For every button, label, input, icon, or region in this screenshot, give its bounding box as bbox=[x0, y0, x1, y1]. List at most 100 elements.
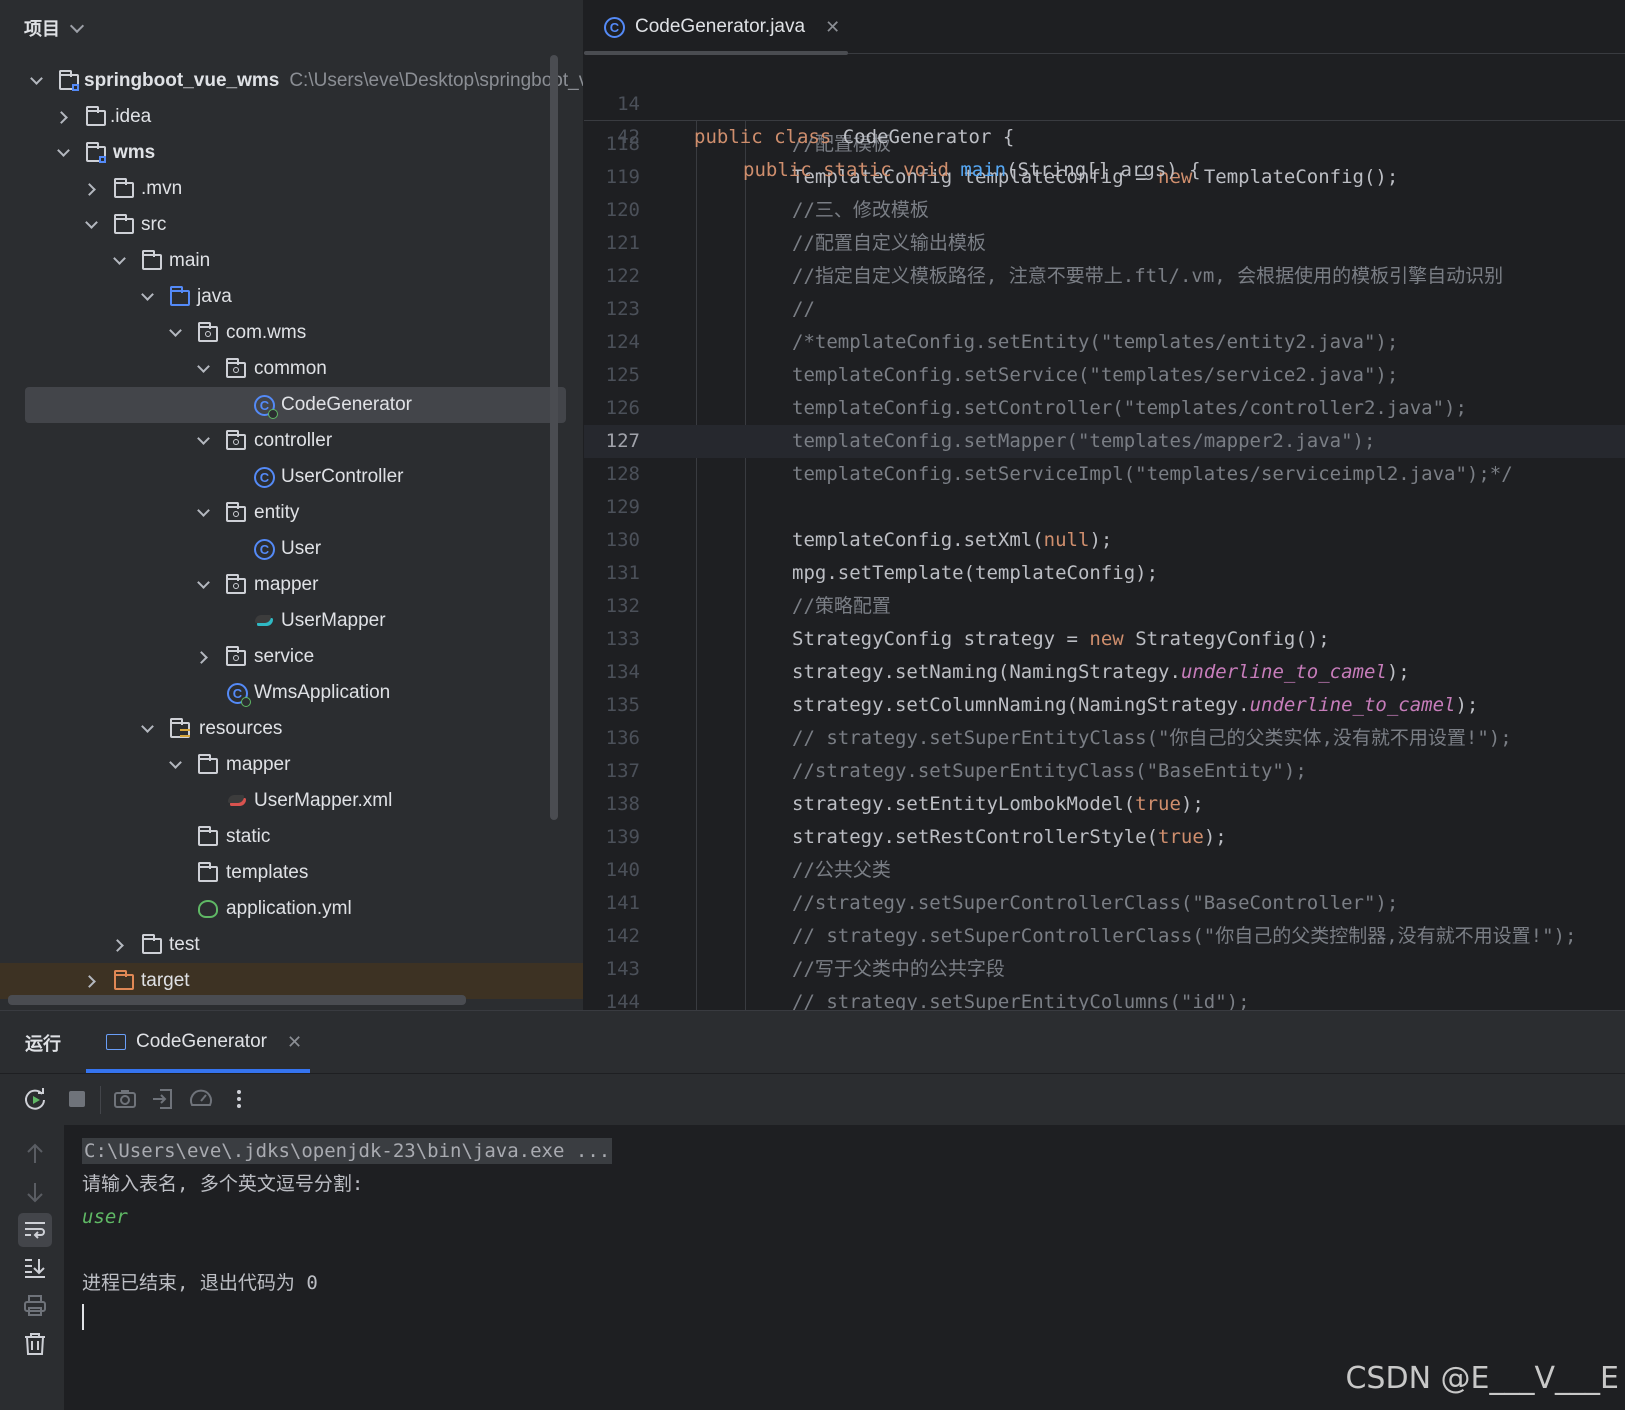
vertical-scrollbar[interactable] bbox=[550, 55, 558, 820]
code-line[interactable]: 126 templateConfig.setController("templat… bbox=[584, 392, 1625, 425]
tree-item-com-wms[interactable]: com.wms bbox=[0, 315, 583, 351]
code-line[interactable]: 125 templateConfig.setService("templates/… bbox=[584, 359, 1625, 392]
expand-arrow-icon[interactable] bbox=[141, 719, 154, 733]
print-icon[interactable] bbox=[22, 1293, 48, 1319]
code-line[interactable]: 121 //配置自定义输出模板 bbox=[584, 227, 1625, 260]
code-line[interactable]: 133 StrategyConfig strategy = new Strateg… bbox=[584, 623, 1625, 656]
tree-item-templates[interactable]: templates bbox=[0, 855, 583, 891]
tree-item-test[interactable]: test bbox=[0, 927, 583, 963]
close-icon[interactable]: ✕ bbox=[287, 1032, 302, 1053]
code-line[interactable]: 134 strategy.setNaming(NamingStrategy.und… bbox=[584, 656, 1625, 689]
soft-wrap-toggle[interactable] bbox=[18, 1213, 52, 1247]
code-line[interactable]: 141 //strategy.setSuperControllerClass("B… bbox=[584, 887, 1625, 920]
collapse-arrow-icon[interactable] bbox=[195, 650, 208, 664]
expand-arrow-icon[interactable] bbox=[141, 287, 154, 301]
rerun-icon[interactable] bbox=[22, 1086, 48, 1112]
code-line[interactable]: 130 templateConfig.setXml(null); bbox=[584, 524, 1625, 557]
arrow-down-icon[interactable] bbox=[22, 1179, 48, 1205]
collapse-arrow-icon[interactable] bbox=[55, 110, 68, 124]
project-view-selector[interactable]: 项目 bbox=[24, 14, 85, 42]
console-output[interactable]: C:\Users\eve\.jdks\openjdk-23\bin\java.e… bbox=[82, 1135, 613, 1333]
code-line[interactable]: 132 //策略配置 bbox=[584, 590, 1625, 623]
folder-icon bbox=[198, 826, 218, 846]
tree-item-mapper-folder[interactable]: mapper bbox=[0, 747, 583, 783]
tree-item-target[interactable]: target bbox=[0, 963, 583, 999]
code-line[interactable]: 122 //指定自定义模板路径, 注意不要带上.ftl/.vm, 会根据使用的模板… bbox=[584, 260, 1625, 293]
sticky-line[interactable]: 42 public static void main(String[] args… bbox=[584, 88, 1625, 181]
close-icon[interactable]: ✕ bbox=[825, 17, 840, 38]
tree-item-usermapper-xml[interactable]: UserMapper.xml bbox=[0, 783, 583, 819]
expand-arrow-icon[interactable] bbox=[113, 251, 126, 265]
code-editor: C CodeGenerator.java ✕ 14 public class C… bbox=[584, 0, 1625, 1010]
code-line[interactable]: 143 //写于父类中的公共字段 bbox=[584, 953, 1625, 986]
tree-item-codegenerator[interactable]: C CodeGenerator bbox=[25, 387, 566, 423]
collapse-arrow-icon[interactable] bbox=[111, 938, 124, 952]
tree-item-src[interactable]: src bbox=[0, 207, 583, 243]
code-content: // bbox=[792, 293, 815, 326]
code-line[interactable]: 137 //strategy.setSuperEntityClass("BaseE… bbox=[584, 755, 1625, 788]
scroll-to-end-icon[interactable] bbox=[22, 1255, 48, 1281]
code-line[interactable]: 139 strategy.setRestControllerStyle(true)… bbox=[584, 821, 1625, 854]
expand-arrow-icon[interactable] bbox=[169, 755, 182, 769]
code-text: (String[] args) { bbox=[1006, 159, 1201, 181]
tree-item-common[interactable]: common bbox=[0, 351, 583, 387]
code-line[interactable]: 142 // strategy.setSuperControllerClass("… bbox=[584, 920, 1625, 953]
expand-arrow-icon[interactable] bbox=[85, 215, 98, 229]
code-line[interactable]: 135 strategy.setColumnNaming(NamingStrate… bbox=[584, 689, 1625, 722]
console-command-line[interactable]: C:\Users\eve\.jdks\openjdk-23\bin\java.e… bbox=[82, 1138, 613, 1164]
tree-item-usercontroller[interactable]: C UserController bbox=[0, 459, 583, 495]
tree-item-root-module[interactable]: springboot_vue_wms C:\Users\eve\Desktop\s… bbox=[0, 63, 583, 99]
expand-arrow-icon[interactable] bbox=[197, 503, 210, 517]
tree-item-mapper-package[interactable]: mapper bbox=[0, 567, 583, 603]
expand-arrow-icon[interactable] bbox=[197, 359, 210, 373]
tree-item-wms[interactable]: wms bbox=[0, 135, 583, 171]
code-line[interactable]: 128 templateConfig.setServiceImpl("templa… bbox=[584, 458, 1625, 491]
code-line[interactable]: 136 // strategy.setSuperEntityClass("你自己的… bbox=[584, 722, 1625, 755]
tree-item-main[interactable]: main bbox=[0, 243, 583, 279]
code-line[interactable]: 120//三、修改模板 bbox=[584, 194, 1625, 227]
code-line[interactable]: 131 mpg.setTemplate(templateConfig); bbox=[584, 557, 1625, 590]
tree-item-wmsapplication[interactable]: C WmsApplication bbox=[0, 675, 583, 711]
code-line[interactable]: 124 /*templateConfig.setEntity("templates… bbox=[584, 326, 1625, 359]
tree-item-idea[interactable]: .idea bbox=[0, 99, 583, 135]
expand-arrow-icon[interactable] bbox=[197, 575, 210, 589]
expand-arrow-icon[interactable] bbox=[197, 431, 210, 445]
code-line[interactable]: 144 // strategy.setSuperEntityColumns("id… bbox=[584, 986, 1625, 1010]
expand-arrow-icon[interactable] bbox=[169, 323, 182, 337]
tree-item-static[interactable]: static bbox=[0, 819, 583, 855]
code-line[interactable]: 123 // bbox=[584, 293, 1625, 326]
tab-run-codegenerator[interactable]: CodeGenerator ✕ bbox=[86, 1011, 310, 1073]
code-line[interactable]: 140 //公共父类 bbox=[584, 854, 1625, 887]
code-line[interactable]: 138 strategy.setEntityLombokModel(true); bbox=[584, 788, 1625, 821]
horizontal-scrollbar[interactable] bbox=[8, 995, 466, 1005]
tree-item-entity[interactable]: entity bbox=[0, 495, 583, 531]
tree-item-resources[interactable]: resources bbox=[0, 711, 583, 747]
folder-icon bbox=[198, 862, 218, 882]
line-number: 137 bbox=[605, 760, 640, 782]
expand-arrow-icon[interactable] bbox=[30, 71, 43, 85]
arrow-up-icon[interactable] bbox=[22, 1141, 48, 1167]
tree-item-application-yml[interactable]: application.yml bbox=[0, 891, 583, 927]
expand-arrow-icon[interactable] bbox=[57, 143, 70, 157]
tree-item-service[interactable]: service bbox=[0, 639, 583, 675]
tree-item-controller[interactable]: controller bbox=[0, 423, 583, 459]
collapse-arrow-icon[interactable] bbox=[83, 182, 96, 196]
login-icon[interactable] bbox=[150, 1086, 176, 1112]
trash-icon[interactable] bbox=[22, 1331, 48, 1357]
code-content: strategy.setNaming(NamingStrategy.underl… bbox=[792, 656, 1410, 689]
camera-icon[interactable] bbox=[112, 1086, 138, 1112]
code-area[interactable]: 14 public class CodeGenerator { 42 publi… bbox=[584, 55, 1625, 1010]
profiler-gauge-icon[interactable] bbox=[188, 1086, 214, 1112]
code-line[interactable]: 129 bbox=[584, 491, 1625, 524]
stop-icon[interactable] bbox=[64, 1086, 90, 1112]
tree-item-user[interactable]: C User bbox=[0, 531, 583, 567]
more-options-icon[interactable] bbox=[226, 1086, 252, 1112]
code-line[interactable]: 127 templateConfig.setMapper("templates/m… bbox=[584, 425, 1625, 458]
collapse-arrow-icon[interactable] bbox=[83, 974, 96, 988]
tab-codegenerator-java[interactable]: C CodeGenerator.java ✕ bbox=[584, 0, 848, 55]
code-text: CodeGenerator { bbox=[842, 126, 1015, 148]
sticky-line[interactable]: 14 public class CodeGenerator { bbox=[584, 55, 1625, 148]
tree-item-mvn[interactable]: .mvn bbox=[0, 171, 583, 207]
tree-item-usermapper[interactable]: UserMapper bbox=[0, 603, 583, 639]
tree-item-java[interactable]: java bbox=[0, 279, 583, 315]
